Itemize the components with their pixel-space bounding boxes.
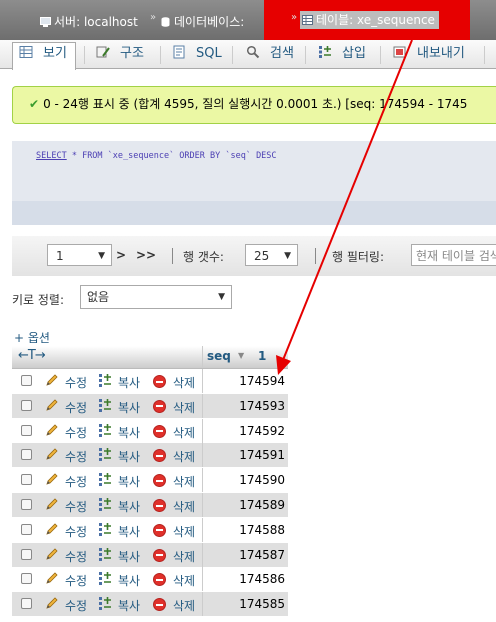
annotation-arrow-icon — [276, 39, 413, 375]
